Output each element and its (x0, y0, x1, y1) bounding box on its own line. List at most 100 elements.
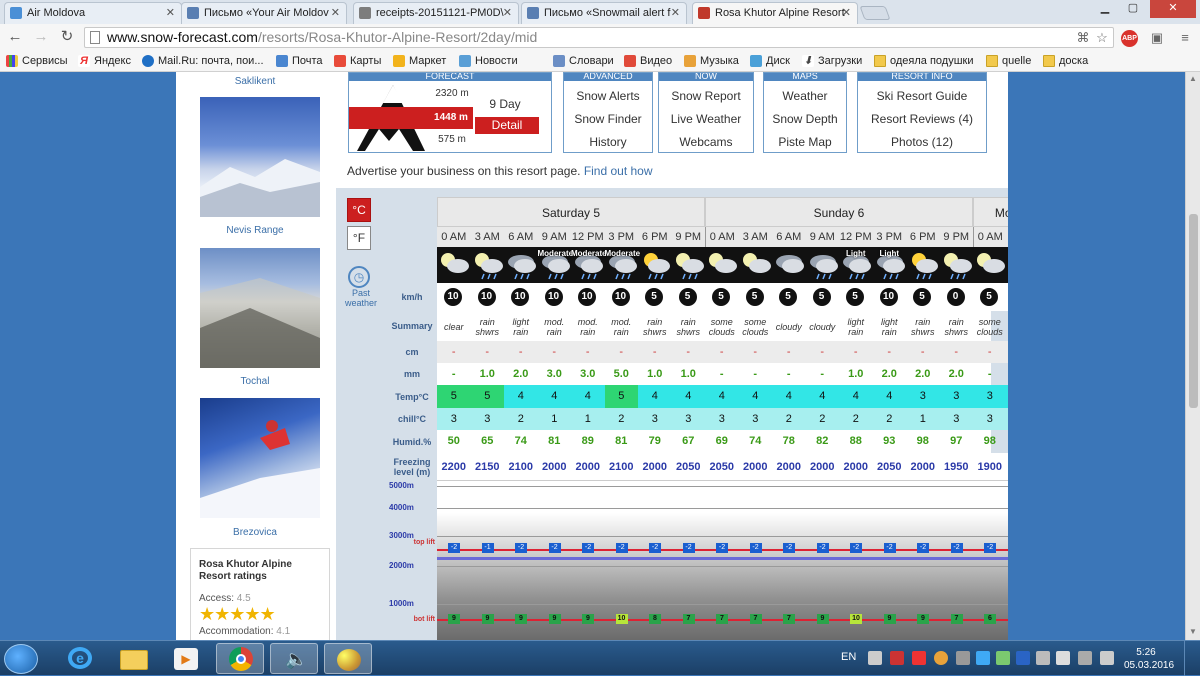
bookmark-mail[interactable]: Почта (276, 53, 323, 69)
bookmark-folder-2[interactable]: quelle (986, 53, 1031, 69)
live-weather-link[interactable]: Live Weather (659, 112, 753, 126)
toolbar: ← → ↻ www.snow-forecast.com/resorts/Rosa… (0, 24, 1200, 50)
tab-receipts[interactable]: receipts-20151121-PM0D\ ✕ (353, 2, 519, 24)
bookmark-yandex[interactable]: Я Яндекс (78, 53, 131, 69)
photo-brezovica[interactable] (200, 398, 320, 518)
bookmark-maps[interactable]: Карты (334, 53, 381, 69)
ie-icon[interactable]: e (56, 643, 104, 674)
photo-nevis-range[interactable] (200, 97, 320, 217)
photo-caption-brezovica[interactable]: Brezovica (176, 527, 334, 538)
back-icon[interactable]: ← (6, 28, 24, 46)
adblock-icon[interactable]: ABP (1121, 30, 1138, 47)
rain-value: - (820, 368, 825, 380)
tab-mail-snowmail[interactable]: Письмо «Snowmail alert f ✕ (521, 2, 687, 24)
bookmark-market[interactable]: Маркет (393, 53, 446, 69)
security-tray-icon[interactable] (996, 651, 1010, 665)
bookmark-mailru[interactable]: Mail.Ru: почта, пои... (142, 53, 264, 69)
summary-text: rain shwrs (944, 317, 968, 337)
top-elevation[interactable]: 2320 m (431, 83, 473, 105)
bookmarks-bar: Сервисы Я Яндекс Mail.Ru: почта, пои... П… (0, 50, 1200, 72)
bookmark-dictionary[interactable]: Словари (553, 53, 614, 69)
tab-rosa-khutor[interactable]: Rosa Khutor Alpine Resort ✕ (692, 2, 858, 24)
language-indicator[interactable]: EN (841, 651, 856, 663)
pdf-tray-icon[interactable] (890, 651, 904, 665)
time-label: 12 PM (571, 227, 605, 247)
fahrenheit-button[interactable]: °F (347, 226, 371, 250)
find-out-how-link[interactable]: Find out how (584, 164, 653, 178)
extension-icon[interactable]: ▣ (1148, 29, 1166, 47)
close-icon[interactable]: ✕ (166, 3, 175, 23)
piste-map-link[interactable]: Piste Map (764, 135, 846, 149)
detail-button[interactable]: Detail (475, 117, 539, 134)
show-desktop-button[interactable] (1184, 641, 1200, 676)
past-weather-link[interactable]: Past weather (338, 288, 384, 308)
new-tab-button[interactable] (859, 6, 891, 20)
volume-app-icon[interactable]: 🔈 (270, 643, 318, 674)
reload-icon[interactable]: ↻ (58, 28, 76, 46)
weather-map-link[interactable]: Weather (764, 89, 846, 103)
opera-tray-icon[interactable] (912, 651, 926, 665)
maximize-icon[interactable]: ▢ (1120, 0, 1146, 18)
forward-icon[interactable]: → (32, 28, 50, 46)
system-clock[interactable]: 5:26 05.03.2016 (1124, 646, 1174, 672)
menu-icon[interactable]: ≡ (1176, 29, 1194, 47)
mid-elevation[interactable]: 1448 m (429, 107, 473, 129)
snow-depth-link[interactable]: Snow Depth (764, 112, 846, 126)
paint-icon[interactable] (324, 643, 372, 674)
speaker-tray-icon[interactable] (1056, 651, 1070, 665)
photo-tochal[interactable] (200, 248, 320, 368)
window-close-icon[interactable]: ✕ (1150, 0, 1196, 18)
bookmark-star-icon[interactable]: ☆ (1093, 29, 1111, 47)
photo-caption-saklikent[interactable]: Saklikent (176, 76, 334, 87)
usb-tray-icon[interactable] (956, 651, 970, 665)
close-icon[interactable]: ✕ (842, 3, 851, 23)
photo-caption-nevis-range[interactable]: Nevis Range (176, 225, 334, 236)
celsius-button[interactable]: °C (347, 198, 371, 222)
scrollbar-thumb[interactable] (1189, 214, 1198, 408)
webcams-link[interactable]: Webcams (659, 135, 753, 149)
address-bar[interactable]: www.snow-forecast.com/resorts/Rosa-Khuto… (84, 27, 1114, 48)
resort-reviews-link[interactable]: Resort Reviews (4) (858, 112, 986, 126)
explorer-icon[interactable] (110, 643, 158, 674)
bookmark-video[interactable]: Видео (624, 53, 672, 69)
monitor-tray-icon[interactable] (1036, 651, 1050, 665)
tab-mail-air-moldova[interactable]: Письмо «Your Air Moldov ✕ (181, 2, 347, 24)
bookmark-folder-3[interactable]: доска (1043, 53, 1088, 69)
network-tray-icon[interactable] (976, 651, 990, 665)
snow-alerts-link[interactable]: Snow Alerts (564, 89, 652, 103)
mailru-tray-icon[interactable] (934, 651, 948, 665)
photos-link[interactable]: Photos (12) (858, 135, 986, 149)
translate-icon[interactable]: ⌘ (1074, 29, 1092, 47)
bookmark-news[interactable]: Новости (459, 53, 518, 69)
tab-air-moldova[interactable]: Air Moldova ✕ (4, 2, 182, 24)
scroll-up-icon[interactable]: ▲ (1189, 74, 1197, 83)
snow-finder-link[interactable]: Snow Finder (564, 112, 652, 126)
close-icon[interactable]: ✕ (331, 3, 340, 23)
start-button[interactable] (4, 644, 38, 674)
bookmark-downloads[interactable]: ⬇ Загрузки (802, 53, 862, 69)
vertical-scrollbar[interactable]: ▲ ▼ (1185, 72, 1200, 640)
signal-tray-icon[interactable] (1100, 651, 1114, 665)
media-player-icon[interactable]: ▶ (162, 643, 210, 674)
snow-report-link[interactable]: Snow Report (659, 89, 753, 103)
clock-icon[interactable]: ◷ (348, 266, 370, 288)
snow-value: - (786, 346, 791, 358)
download-icon: ⬇ (802, 55, 814, 67)
close-icon[interactable]: ✕ (671, 3, 680, 23)
minimize-icon[interactable]: ▁ (1092, 0, 1118, 18)
ski-resort-guide-link[interactable]: Ski Resort Guide (858, 89, 986, 103)
printer-tray-icon[interactable] (868, 651, 882, 665)
bookmark-music[interactable]: Музыка (684, 53, 739, 69)
chrome-icon[interactable] (216, 643, 264, 674)
bookmark-folder-1[interactable]: одеяла подушки (874, 53, 974, 69)
flag-tray-icon[interactable] (1078, 651, 1092, 665)
bottom-elevation[interactable]: 575 m (431, 129, 473, 151)
history-link[interactable]: History (564, 135, 652, 149)
bookmark-disk[interactable]: Диск (750, 53, 790, 69)
scroll-down-icon[interactable]: ▼ (1189, 627, 1197, 636)
close-icon[interactable]: ✕ (503, 3, 512, 23)
bluetooth-tray-icon[interactable] (1016, 651, 1030, 665)
bookmark-services[interactable]: Сервисы (6, 53, 68, 69)
photo-caption-tochal[interactable]: Tochal (176, 376, 334, 387)
freezing-level-value: 2000 (575, 461, 600, 473)
